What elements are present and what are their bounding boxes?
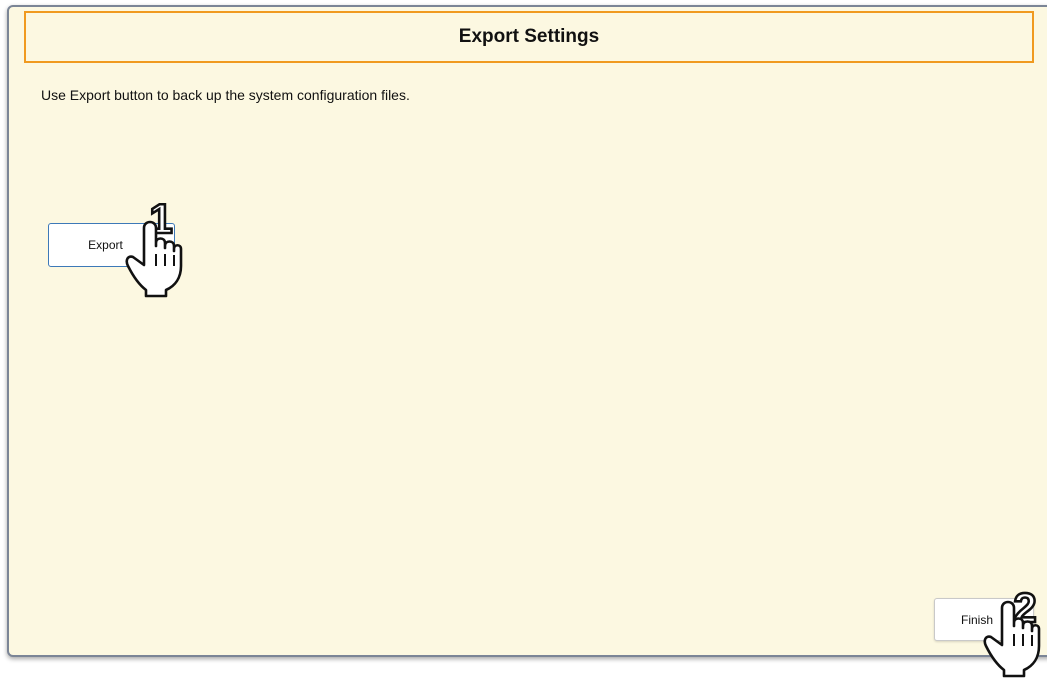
page-title: Export Settings bbox=[458, 26, 600, 47]
description-text: Use Export button to back up the system … bbox=[41, 87, 410, 103]
export-button-label: Export bbox=[88, 238, 123, 252]
finish-button-label: Finish bbox=[960, 612, 993, 627]
page-title-box: Export Settings bbox=[24, 11, 1034, 63]
export-button[interactable]: Export bbox=[48, 223, 175, 267]
finish-button[interactable]: Finish bbox=[934, 598, 1034, 641]
